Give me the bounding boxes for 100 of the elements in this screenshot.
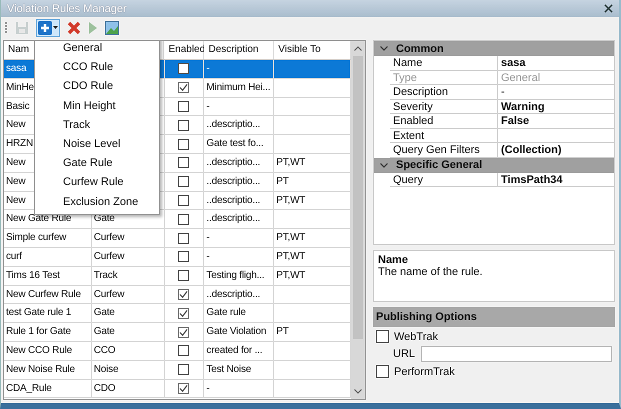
menu-item[interactable]: Gate Rule — [35, 154, 159, 174]
property-value[interactable]: sasa — [501, 57, 526, 69]
checkbox[interactable] — [178, 232, 190, 244]
checkbox[interactable] — [178, 308, 190, 319]
table-row[interactable]: Tims 16 Test Track Testing fligh... PT,WT — [4, 266, 351, 286]
category-header[interactable]: Common — [374, 41, 614, 56]
checkbox[interactable] — [178, 270, 190, 282]
scroll-up-icon[interactable] — [354, 46, 362, 51]
checkbox[interactable] — [178, 214, 190, 225]
property-value[interactable]: TimsPath34 — [501, 174, 563, 186]
table-cell: ..descriptio... — [206, 288, 260, 300]
table-row[interactable]: New CCO Rule CCO created for ... — [4, 342, 351, 361]
property-value[interactable]: (Collection) — [501, 144, 562, 156]
table-row[interactable]: CDA_Rule CDO - — [4, 380, 351, 398]
table-row[interactable]: Rule 1 for Gate Gate Gate Violation PT — [4, 323, 351, 342]
table-cell: Test Noise — [206, 364, 252, 375]
scroll-down-icon[interactable] — [354, 389, 362, 394]
table-cell: PT,WT — [276, 194, 306, 206]
checkbox[interactable] — [178, 157, 190, 168]
close-icon[interactable] — [604, 4, 613, 13]
table-cell: New Noise Rule — [6, 364, 75, 375]
table-cell: Gate — [94, 326, 115, 338]
vertical-scrollbar[interactable] — [351, 41, 365, 399]
window-title: Violation Rules Manager — [7, 2, 127, 14]
delete-icon[interactable] — [67, 20, 81, 34]
chevron-icon[interactable] — [380, 46, 388, 51]
menu-item[interactable]: Track — [35, 116, 159, 135]
checkbox[interactable] — [178, 326, 190, 338]
category-header[interactable]: Specific General — [374, 158, 614, 172]
checkbox[interactable] — [178, 364, 190, 376]
menu-item[interactable]: Exclusion Zone — [35, 192, 159, 212]
table-cell: New Curfew Rule — [6, 288, 81, 300]
table-cell: Gate test fo... — [206, 138, 264, 150]
table-cell: Minimum Hei... — [206, 82, 270, 93]
table-cell: ..descriptio... — [206, 213, 260, 224]
table-cell: ..descriptio... — [206, 176, 260, 187]
table-cell: PT,WT — [276, 250, 306, 262]
caret-icon[interactable] — [53, 26, 58, 30]
table-cell: created for ... — [206, 344, 262, 356]
table-cell: sasa — [6, 63, 26, 74]
checkbox[interactable] — [178, 176, 190, 188]
table-row[interactable]: test Gate rule 1 Gate Gate rule — [4, 304, 351, 324]
table-cell: - — [206, 382, 210, 394]
table-cell: CCO — [94, 344, 116, 356]
table-cell: CDO — [94, 382, 116, 394]
menu-item[interactable]: Min Height — [35, 96, 159, 116]
category-title: Specific General — [396, 159, 482, 171]
property-value[interactable]: - — [501, 86, 505, 98]
table-row[interactable]: New Noise Rule Noise Test Noise — [4, 360, 351, 380]
menu-item[interactable]: CDO Rule — [35, 77, 159, 97]
table-cell: New — [6, 119, 26, 130]
table-cell: HRZN — [6, 138, 33, 150]
table-cell: New — [6, 194, 26, 206]
table-cell: Curfew — [94, 288, 124, 300]
table-cell: Curfew — [94, 232, 124, 244]
url-label: URL — [393, 348, 416, 360]
help-title: Name — [378, 254, 409, 266]
checkbox[interactable] — [178, 251, 190, 262]
webtrak-checkbox[interactable]: WebTrak — [373, 330, 615, 343]
checkbox[interactable] — [178, 100, 190, 112]
url-input-field[interactable] — [421, 346, 612, 362]
add-dropdown-button[interactable] — [36, 18, 60, 36]
menu-item[interactable]: CCO Rule — [35, 58, 159, 78]
checkbox[interactable] — [178, 138, 190, 150]
menu-item[interactable]: Noise Level — [35, 134, 159, 154]
checkbox[interactable] — [178, 63, 190, 74]
property-value[interactable]: False — [501, 115, 530, 127]
table-cell: Noise — [94, 364, 118, 375]
menu-item[interactable]: Curfew Rule — [35, 173, 159, 192]
table-cell: Tims 16 Test — [6, 270, 60, 281]
table-cell: CDA_Rule — [6, 382, 52, 394]
checkbox[interactable] — [178, 194, 190, 206]
table-cell: - — [206, 63, 210, 74]
table-cell: PT,WT — [276, 270, 306, 281]
checkbox[interactable] — [178, 382, 190, 394]
table-cell: Gate — [94, 307, 115, 318]
table-cell: Gate Violation — [206, 326, 266, 338]
performtrak-checkbox[interactable]: PerformTrak — [373, 365, 615, 378]
table-row[interactable]: Simple curfew Curfew - PT,WT — [4, 229, 351, 248]
menu-item[interactable]: General — [35, 41, 159, 58]
table-cell: Rule 1 for Gate — [6, 326, 71, 338]
table-cell: ..descriptio... — [206, 194, 260, 206]
table-cell: Simple curfew — [6, 232, 66, 244]
table-cell: New CCO Rule — [6, 344, 72, 356]
checkbox[interactable] — [178, 82, 190, 94]
table-cell: ..descriptio... — [206, 156, 260, 168]
checkbox[interactable] — [178, 288, 190, 300]
column-header[interactable]: Description — [204, 41, 274, 59]
table-cell: New — [6, 176, 26, 187]
table-cell: ..descriptio... — [206, 119, 260, 130]
picture-icon[interactable] — [105, 20, 119, 34]
table-row[interactable]: New Curfew Rule Curfew ..descriptio... — [4, 286, 351, 304]
checkbox[interactable] — [178, 345, 190, 356]
table-row[interactable]: curf Curfew - PT,WT — [4, 248, 351, 267]
chevron-icon[interactable] — [380, 162, 388, 168]
table-cell: New — [6, 156, 26, 168]
table-cell: - — [206, 250, 210, 262]
property-value[interactable]: Warning — [501, 100, 545, 112]
checkbox[interactable] — [178, 120, 190, 131]
help-text: The name of the rule. — [378, 266, 484, 278]
